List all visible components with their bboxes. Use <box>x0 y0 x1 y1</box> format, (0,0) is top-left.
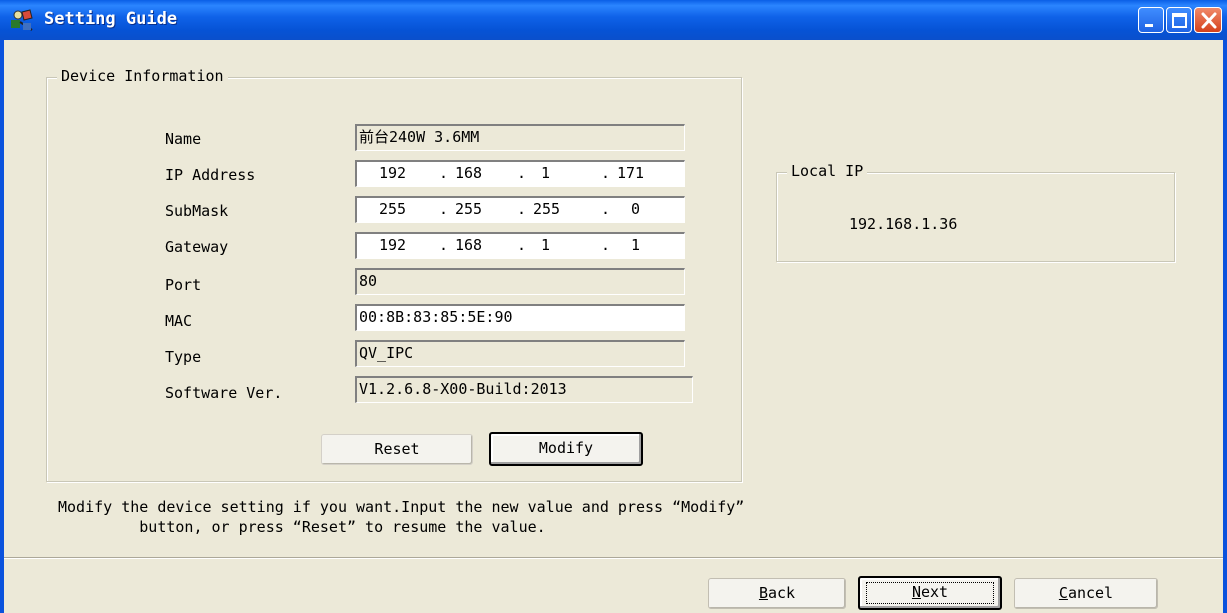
name-label: Name <box>165 130 202 148</box>
type-label: Type <box>165 348 202 366</box>
modify-button[interactable]: Modify <box>489 432 643 466</box>
hint-text: Modify the device setting if you want.In… <box>58 497 1178 537</box>
ip-octet-1[interactable]: 192 <box>379 162 406 185</box>
cancel-mnemonic: C <box>1058 584 1068 602</box>
title-bar[interactable]: Setting Guide <box>0 0 1227 40</box>
name-field[interactable]: 前台240W 3.6MM <box>355 124 685 151</box>
hint-line-2: button, or press “Reset” to resume the v… <box>58 518 546 536</box>
submask-dot: . <box>601 200 611 218</box>
local-ip-title: Local IP <box>787 162 868 180</box>
ip-dot: . <box>601 164 611 182</box>
gateway-octet-2[interactable]: 168 <box>455 234 482 257</box>
maximize-icon <box>1172 13 1187 28</box>
cancel-button[interactable]: Cancel <box>1014 578 1158 609</box>
port-label: Port <box>165 276 202 294</box>
gateway-dot: . <box>439 236 449 254</box>
next-button[interactable]: Next <box>858 576 1002 610</box>
window-title: Setting Guide <box>44 9 178 29</box>
submask-octet-4[interactable]: 0 <box>631 198 640 221</box>
footer-separator-highlight <box>4 558 1223 559</box>
minimize-icon <box>1145 24 1153 27</box>
port-field[interactable]: 80 <box>355 268 685 295</box>
setup-wizard-icon <box>10 8 34 32</box>
mac-label: MAC <box>165 312 193 330</box>
submask-octet-2[interactable]: 255 <box>455 198 482 221</box>
device-information-title: Device Information <box>57 67 228 85</box>
submask-label: SubMask <box>165 202 229 220</box>
focus-rectangle <box>866 582 994 604</box>
ip-octet-4[interactable]: 171 <box>617 162 644 185</box>
type-field[interactable]: QV_IPC <box>355 340 685 367</box>
minimize-button[interactable] <box>1138 7 1164 33</box>
reset-button[interactable]: Reset <box>321 434 473 465</box>
gateway-dot: . <box>601 236 611 254</box>
submask-dot: . <box>517 200 527 218</box>
gateway-octet-3[interactable]: 1 <box>541 234 550 257</box>
hint-line-1: Modify the device setting if you want.In… <box>58 498 745 516</box>
local-ip-value: 192.168.1.36 <box>849 215 958 233</box>
close-icon <box>1201 12 1217 29</box>
back-mnemonic: B <box>758 584 768 602</box>
software-version-label: Software Ver. <box>165 384 283 402</box>
setting-guide-window: Setting Guide Device Information Name 前台… <box>0 0 1227 613</box>
back-button[interactable]: Back <box>708 578 846 609</box>
gateway-octet-4[interactable]: 1 <box>631 234 640 257</box>
gateway-label: Gateway <box>165 238 229 256</box>
submask-dot: . <box>439 200 449 218</box>
gateway-octet-1[interactable]: 192 <box>379 234 406 257</box>
mac-field[interactable]: 00:8B:83:85:5E:90 <box>355 304 685 331</box>
ip-octet-3[interactable]: 1 <box>541 162 550 185</box>
ip-octet-2[interactable]: 168 <box>455 162 482 185</box>
device-information-group: Device Information Name 前台240W 3.6MM IP … <box>46 67 742 482</box>
ip-address-label: IP Address <box>165 166 256 184</box>
back-label: ack <box>767 584 796 602</box>
local-ip-group: Local IP 192.168.1.36 <box>776 162 1175 262</box>
submask-field[interactable]: 255 . 255 . 255 . 0 <box>355 196 685 223</box>
ip-address-field[interactable]: 192 . 168 . 1 . 171 <box>355 160 685 187</box>
close-button[interactable] <box>1194 7 1222 33</box>
submask-octet-1[interactable]: 255 <box>379 198 406 221</box>
maximize-button[interactable] <box>1166 7 1192 33</box>
software-version-field[interactable]: V1.2.6.8-X00-Build:2013 <box>355 376 693 403</box>
ip-dot: . <box>439 164 449 182</box>
submask-octet-3[interactable]: 255 <box>533 198 560 221</box>
dialog-body: Device Information Name 前台240W 3.6MM IP … <box>4 40 1223 613</box>
cancel-label: ancel <box>1067 584 1114 602</box>
gateway-field[interactable]: 192 . 168 . 1 . 1 <box>355 232 685 259</box>
gateway-dot: . <box>517 236 527 254</box>
ip-dot: . <box>517 164 527 182</box>
